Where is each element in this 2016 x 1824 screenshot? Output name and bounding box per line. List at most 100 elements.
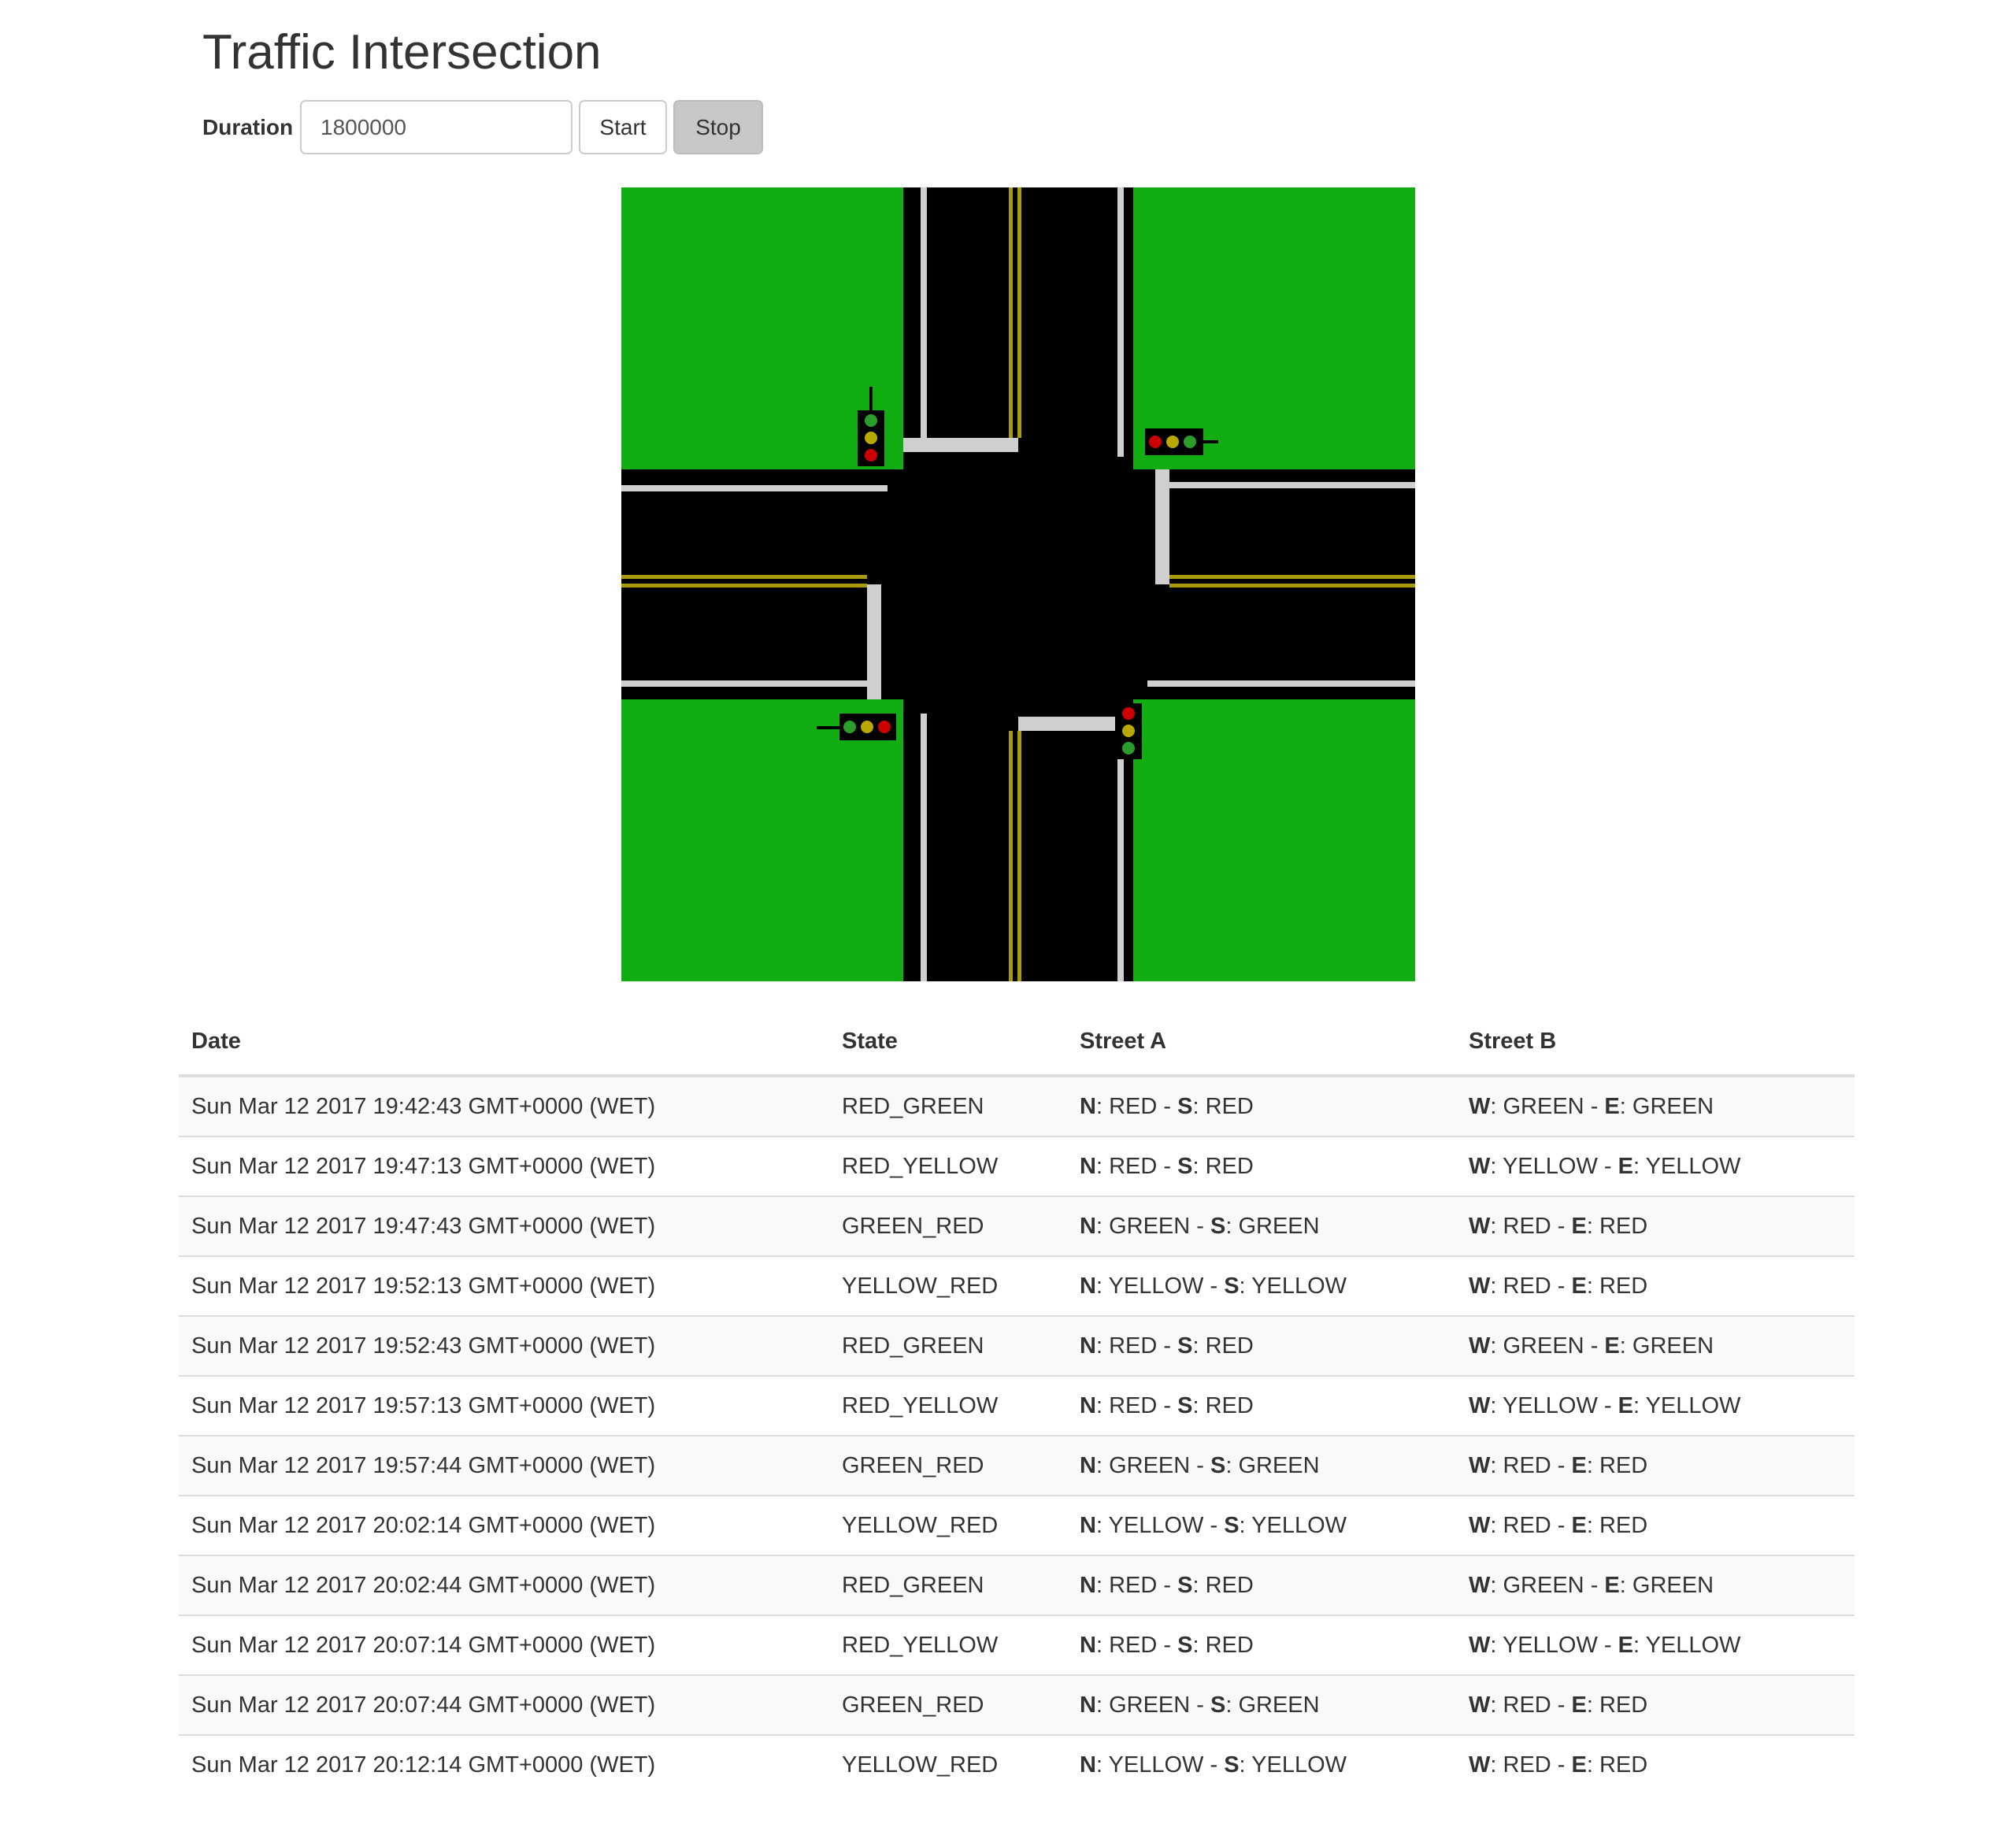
light-bulb-green: [865, 414, 877, 427]
cell-state: GREEN_RED: [829, 1674, 1067, 1735]
direction-key: W: [1469, 1452, 1491, 1478]
separator: -: [1551, 1273, 1572, 1299]
light-value: RED: [1599, 1452, 1648, 1478]
light-value: GREEN: [1238, 1452, 1320, 1478]
light-bulb-green: [1122, 742, 1135, 754]
table-row: Sun Mar 12 2017 19:42:43 GMT+0000 (WET) R…: [179, 1075, 1855, 1136]
header-street-b: Street B: [1456, 1008, 1855, 1077]
light-value: RED: [1599, 1752, 1648, 1778]
cell-date: Sun Mar 12 2017 20:07:44 GMT+0000 (WET): [179, 1674, 829, 1735]
direction-key: E: [1571, 1692, 1587, 1718]
cell-street-a: N: YELLOW - S: YELLOW: [1067, 1255, 1456, 1316]
direction-key: W: [1469, 1752, 1491, 1778]
direction-key: S: [1210, 1452, 1226, 1478]
separator: -: [1157, 1093, 1178, 1119]
duration-input[interactable]: [300, 100, 573, 154]
light-value: GREEN: [1238, 1692, 1320, 1718]
light-bulb-yellow: [1166, 436, 1179, 448]
separator: -: [1190, 1692, 1210, 1718]
direction-key: S: [1177, 1392, 1193, 1418]
light-value: RED: [1599, 1273, 1648, 1299]
light-value: RED: [1109, 1153, 1158, 1179]
cell-street-b: W: RED - E: RED: [1456, 1196, 1855, 1256]
light-value: RED: [1503, 1692, 1551, 1718]
separator: -: [1551, 1752, 1572, 1778]
center-line: [621, 584, 867, 588]
light-value: YELLOW: [1108, 1512, 1204, 1538]
page-title: Traffic Intersection: [202, 25, 602, 80]
separator: -: [1584, 1572, 1605, 1598]
light-value: RED: [1205, 1632, 1254, 1658]
cell-street-b: W: RED - E: RED: [1456, 1435, 1855, 1496]
lane-line: [1117, 731, 1124, 981]
stop-line-west: [867, 584, 881, 699]
direction-key: W: [1469, 1392, 1491, 1418]
direction-key: S: [1177, 1153, 1193, 1179]
cell-street-a: N: RED - S: RED: [1067, 1136, 1456, 1196]
cell-street-a: N: RED - S: RED: [1067, 1075, 1456, 1136]
direction-key: E: [1571, 1512, 1587, 1538]
cell-street-a: N: RED - S: RED: [1067, 1375, 1456, 1436]
cell-street-b: W: RED - E: RED: [1456, 1734, 1855, 1794]
light-bulb-yellow: [1122, 725, 1135, 737]
light-value: YELLOW: [1251, 1273, 1347, 1299]
direction-key: S: [1177, 1572, 1193, 1598]
separator: -: [1203, 1273, 1225, 1299]
separator: -: [1157, 1333, 1178, 1359]
center-line: [1009, 731, 1013, 981]
cell-state: YELLOW_RED: [829, 1734, 1067, 1794]
table-header-row: Date State Street A Street B: [179, 1008, 1855, 1077]
cell-state: RED_GREEN: [829, 1075, 1067, 1136]
state-log-table: Date State Street A Street B Sun Mar 12 …: [179, 1008, 1855, 1794]
direction-key: W: [1469, 1213, 1491, 1239]
light-value: GREEN: [1503, 1333, 1584, 1359]
light-bulb-red: [1149, 436, 1162, 448]
cell-date: Sun Mar 12 2017 19:47:43 GMT+0000 (WET): [179, 1196, 829, 1256]
direction-key: N: [1080, 1093, 1096, 1119]
direction-key: E: [1604, 1333, 1620, 1359]
direction-key: W: [1469, 1512, 1491, 1538]
light-value: RED: [1599, 1692, 1648, 1718]
direction-key: S: [1224, 1512, 1240, 1538]
cell-street-a: N: GREEN - S: GREEN: [1067, 1196, 1456, 1256]
table-row: Sun Mar 12 2017 20:02:14 GMT+0000 (WET) Y…: [179, 1495, 1855, 1555]
cell-street-b: W: RED - E: RED: [1456, 1674, 1855, 1735]
center-line: [1169, 575, 1415, 579]
cell-state: RED_YELLOW: [829, 1136, 1067, 1196]
lane-line: [1165, 482, 1415, 488]
cell-street-b: W: GREEN - E: GREEN: [1456, 1555, 1855, 1615]
table-row: Sun Mar 12 2017 20:12:14 GMT+0000 (WET) Y…: [179, 1734, 1855, 1794]
table-row: Sun Mar 12 2017 20:07:14 GMT+0000 (WET) R…: [179, 1615, 1855, 1675]
light-value: GREEN: [1632, 1333, 1714, 1359]
stop-button[interactable]: Stop: [673, 100, 763, 154]
separator: -: [1584, 1093, 1605, 1119]
light-value: RED: [1109, 1572, 1158, 1598]
light-bulb-green: [1184, 436, 1196, 448]
cell-state: RED_YELLOW: [829, 1615, 1067, 1675]
table-row: Sun Mar 12 2017 20:07:44 GMT+0000 (WET) G…: [179, 1674, 1855, 1735]
light-bulb-red: [878, 721, 891, 733]
light-value: YELLOW: [1645, 1392, 1741, 1418]
header-date: Date: [179, 1008, 829, 1077]
separator: -: [1551, 1692, 1572, 1718]
light-value: RED: [1503, 1213, 1551, 1239]
start-button[interactable]: Start: [579, 100, 667, 154]
direction-key: S: [1177, 1632, 1193, 1658]
light-value: RED: [1205, 1572, 1254, 1598]
separator: -: [1190, 1452, 1210, 1478]
cell-date: Sun Mar 12 2017 19:42:43 GMT+0000 (WET): [179, 1075, 829, 1136]
cell-street-a: N: YELLOW - S: YELLOW: [1067, 1495, 1456, 1555]
table-row: Sun Mar 12 2017 20:02:44 GMT+0000 (WET) R…: [179, 1555, 1855, 1615]
cell-state: YELLOW_RED: [829, 1495, 1067, 1555]
direction-key: S: [1210, 1213, 1226, 1239]
cell-street-a: N: GREEN - S: GREEN: [1067, 1674, 1456, 1735]
direction-key: W: [1469, 1333, 1491, 1359]
separator: -: [1551, 1512, 1572, 1538]
table-row: Sun Mar 12 2017 19:52:43 GMT+0000 (WET) R…: [179, 1315, 1855, 1376]
direction-key: W: [1469, 1153, 1491, 1179]
direction-key: N: [1080, 1333, 1096, 1359]
direction-key: S: [1177, 1333, 1193, 1359]
cell-date: Sun Mar 12 2017 19:57:44 GMT+0000 (WET): [179, 1435, 829, 1496]
light-bulb-yellow: [865, 432, 877, 444]
direction-key: N: [1080, 1752, 1096, 1778]
